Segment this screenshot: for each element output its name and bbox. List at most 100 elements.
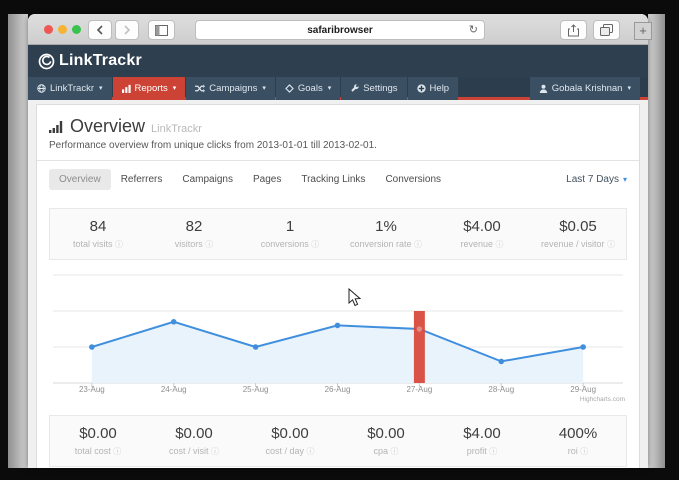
overview-card: Overview LinkTrackr Performance overview… — [36, 104, 640, 468]
site-header: LinkTrackr — [28, 45, 648, 77]
info-icon[interactable]: ⓘ — [113, 447, 121, 456]
chevron-left-icon — [96, 25, 104, 35]
zoom-window-button[interactable] — [72, 25, 81, 34]
info-icon[interactable]: ⓘ — [414, 240, 422, 249]
minimize-window-button[interactable] — [58, 25, 67, 34]
caret-down-icon: ▾ — [173, 85, 177, 92]
close-window-button[interactable] — [44, 25, 53, 34]
stat-revenue-visitor: $0.05revenue / visitor ⓘ — [530, 209, 626, 259]
desktop-edge-right — [648, 14, 665, 468]
diamond-icon — [285, 84, 294, 93]
x-axis-label: 25-Aug — [243, 385, 269, 394]
info-icon[interactable]: ⓘ — [115, 240, 123, 249]
logo-text: LinkTrackr — [59, 52, 142, 70]
help-plus-icon — [417, 84, 426, 93]
info-icon[interactable]: ⓘ — [607, 240, 615, 249]
stat-value: 400% — [530, 425, 626, 442]
info-icon[interactable]: ⓘ — [311, 240, 319, 249]
browser-window: safaribrowser ↻ LinkTrackr LinkTrackr ▾ — [28, 14, 648, 468]
caret-down-icon: ▾ — [627, 85, 631, 92]
share-button[interactable] — [560, 20, 587, 40]
x-axis-label: 28-Aug — [488, 385, 514, 394]
nav-item-help[interactable]: Help — [408, 77, 459, 100]
nav-item-campaigns[interactable]: Campaigns ▾ — [186, 77, 275, 100]
x-axis-label: 29-Aug — [570, 385, 596, 394]
stat-label: cost / visit — [169, 446, 209, 456]
stat-label: total cost — [75, 446, 111, 456]
caret-down-icon: ▾ — [262, 85, 266, 92]
visits-chart[interactable]: Highcharts.com 23-Aug 24-Aug 25-Aug 26-Aug 2… — [49, 263, 627, 408]
x-axis-label: 24-Aug — [161, 385, 187, 394]
card-header: Overview LinkTrackr Performance overview… — [37, 105, 639, 161]
date-range-label: Last 7 Days — [566, 174, 619, 185]
stat-value: $0.00 — [242, 425, 338, 442]
tab-referrers[interactable]: Referrers — [111, 169, 173, 190]
stat-label: profit — [467, 446, 487, 456]
page-body: Overview LinkTrackr Performance overview… — [28, 100, 648, 468]
stat-cost-day: $0.00cost / day ⓘ — [242, 416, 338, 466]
nav-item-goals[interactable]: Goals ▾ — [276, 77, 340, 100]
caret-down-icon: ▾ — [623, 175, 627, 184]
nav-item-reports[interactable]: Reports ▾ — [113, 77, 186, 100]
stat-label: total visits — [73, 239, 113, 249]
page-description: Performance overview from unique clicks … — [49, 140, 627, 151]
back-button[interactable] — [88, 20, 112, 40]
stat-value: $0.05 — [530, 218, 626, 235]
user-menu[interactable]: Gobala Krishnan ▾ — [530, 77, 640, 100]
stat-value: 82 — [146, 218, 242, 235]
chart-credit[interactable]: Highcharts.com — [580, 396, 625, 403]
address-text: safaribrowser — [196, 25, 484, 36]
stats-row-top: 84total visits ⓘ 82visitors ⓘ 1conversio… — [49, 208, 627, 260]
desktop-edge-left — [8, 14, 28, 468]
stats-row-bottom: $0.00total cost ⓘ $0.00cost / visit ⓘ $0… — [49, 415, 627, 467]
stat-total-visits: 84total visits ⓘ — [50, 209, 146, 259]
forward-button[interactable] — [115, 20, 139, 40]
stat-conversion-rate: 1%conversion rate ⓘ — [338, 209, 434, 259]
globe-icon — [37, 84, 46, 93]
info-icon[interactable]: ⓘ — [496, 240, 504, 249]
stat-label: conversions — [261, 239, 309, 249]
share-icon — [568, 24, 579, 37]
caret-down-icon: ▾ — [99, 85, 103, 92]
stat-cost-visit: $0.00cost / visit ⓘ — [146, 416, 242, 466]
bar-chart-icon — [122, 84, 131, 93]
sidebar-toggle-button[interactable] — [148, 20, 175, 40]
stat-roi: 400%roi ⓘ — [530, 416, 626, 466]
stat-visitors: 82 visitors ⓘ — [146, 209, 242, 259]
tab-campaigns[interactable]: Campaigns — [172, 169, 243, 190]
address-bar[interactable]: safaribrowser ↻ — [195, 20, 485, 40]
tab-tracking-links[interactable]: Tracking Links — [291, 169, 375, 190]
tab-pages[interactable]: Pages — [243, 169, 291, 190]
tab-overview-button[interactable] — [593, 20, 620, 40]
sidebar-icon — [155, 25, 168, 36]
stat-total-cost: $0.00total cost ⓘ — [50, 416, 146, 466]
linktrackr-logo[interactable]: LinkTrackr — [38, 52, 142, 70]
stat-revenue: $4.00revenue ⓘ — [434, 209, 530, 259]
signal-bars-icon — [49, 120, 64, 133]
stat-label: visitors — [175, 239, 203, 249]
info-icon[interactable]: ⓘ — [205, 240, 213, 249]
nav-label: Help — [430, 83, 450, 94]
date-range-dropdown[interactable]: Last 7 Days ▾ — [566, 174, 627, 185]
info-icon[interactable]: ⓘ — [489, 447, 497, 456]
info-icon[interactable]: ⓘ — [211, 447, 219, 456]
user-name: Gobala Krishnan — [552, 83, 623, 94]
tabs-icon — [600, 24, 613, 36]
page-title: Overview — [70, 116, 145, 137]
new-tab-button[interactable]: + — [634, 22, 652, 40]
info-icon[interactable]: ⓘ — [307, 447, 315, 456]
caret-down-icon: ▾ — [328, 85, 332, 92]
nav-item-linktrackr[interactable]: LinkTrackr ▾ — [28, 77, 112, 100]
tab-overview[interactable]: Overview — [49, 169, 111, 190]
tab-conversions[interactable]: Conversions — [375, 169, 451, 190]
main-nav: LinkTrackr ▾ Reports ▾ Campaigns ▾ Goals… — [28, 77, 648, 100]
tabs-row: Overview Referrers Campaigns Pages Track… — [37, 161, 639, 198]
nav-item-settings[interactable]: Settings — [341, 77, 406, 100]
chevron-right-icon — [123, 25, 131, 35]
info-icon[interactable]: ⓘ — [391, 447, 399, 456]
refresh-icon[interactable]: ↻ — [469, 23, 478, 36]
x-axis-label: 23-Aug — [79, 385, 105, 394]
x-axis-label: 26-Aug — [325, 385, 351, 394]
stat-cpa: $0.00cpa ⓘ — [338, 416, 434, 466]
info-icon[interactable]: ⓘ — [580, 447, 588, 456]
